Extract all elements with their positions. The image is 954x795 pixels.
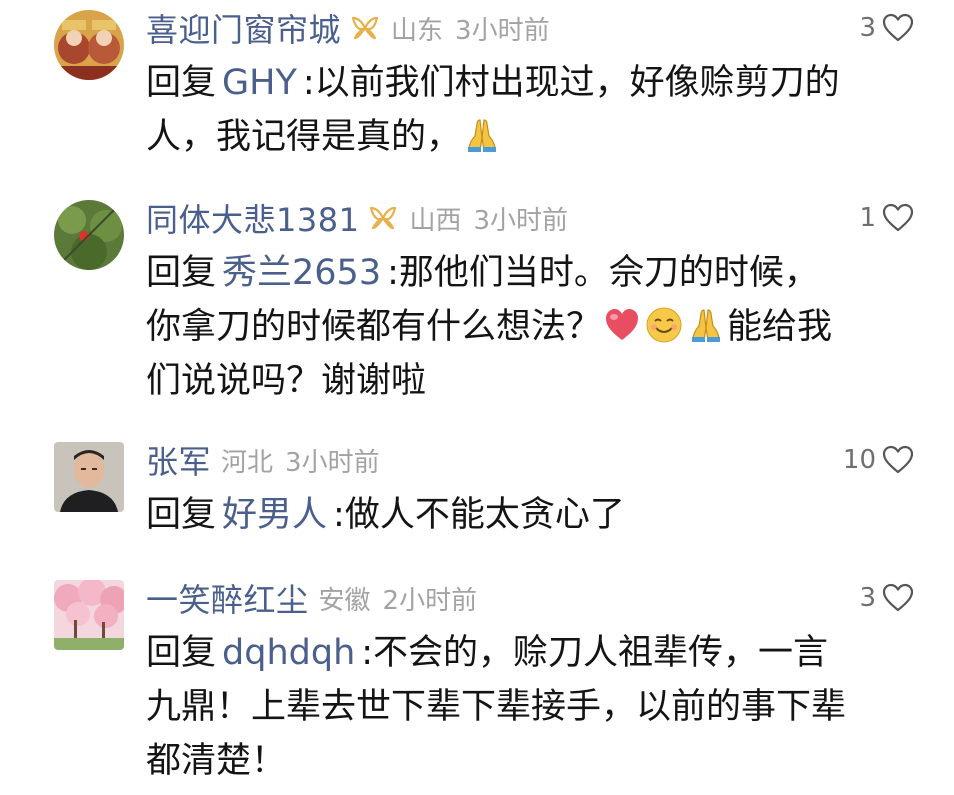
like-button[interactable]: 1: [859, 196, 914, 240]
avatar[interactable]: [54, 580, 124, 650]
avatar-image: [54, 10, 124, 80]
reply-prefix: 回复: [146, 253, 217, 293]
reply-target-user[interactable]: 秀兰2653: [222, 253, 381, 293]
comment-line: 人，我记得是真的，: [146, 110, 916, 164]
comment-line: 都清楚！: [146, 734, 916, 788]
folded-hands-emoji: [687, 306, 725, 344]
comment-text-line: :不会的，赊刀人祖辈传，一言: [361, 633, 829, 673]
region-label: 山西: [409, 205, 462, 236]
comment-text-line: 们说说吗？谢谢啦: [146, 361, 427, 401]
comment-line: 回复 秀兰2653:那他们当时。佘刀的时候，: [146, 246, 916, 300]
avatar-image: [54, 442, 124, 512]
comment-item: 同体大悲1381 山西 3小时前 1 回复 秀兰2653:那他们当时。佘刀的时候，…: [0, 190, 954, 430]
heart-outline-icon: [882, 583, 914, 613]
username[interactable]: 一笑醉红尘: [146, 575, 309, 621]
comment-item: 张军 河北 3小时前 10 回复 好男人:做人不能太贪心了: [0, 436, 954, 566]
comment-line: 回复 dqhdqh:不会的，赊刀人祖辈传，一言: [146, 626, 916, 680]
avatar[interactable]: [54, 10, 124, 80]
heart-outline-icon: [882, 13, 914, 43]
comment-text-line: 人，我记得是真的，: [146, 117, 462, 157]
timestamp: 2小时前: [382, 585, 478, 616]
comment-meta: 张军 河北 3小时前: [146, 438, 380, 482]
region-label: 河北: [221, 447, 274, 478]
timestamp: 3小时前: [285, 447, 380, 478]
comment-text-line: 能给我: [727, 307, 833, 347]
heart-outline-icon: [882, 203, 914, 233]
comment-meta: 同体大悲1381 山西 3小时前: [146, 196, 568, 240]
smiling-face-emoji: [645, 306, 683, 344]
reply-target-user[interactable]: dqhdqh: [222, 633, 355, 673]
heart-outline-icon: [882, 445, 914, 475]
red-heart-emoji: [603, 306, 641, 344]
comment-text: 回复 GHY:以前我们村出现过，好像赊剪刀的 人，我记得是真的，: [146, 56, 916, 164]
comment-text-line: :做人不能太贪心了: [333, 495, 625, 535]
comment-line: 回复 GHY:以前我们村出现过，好像赊剪刀的: [146, 56, 916, 110]
comment-text-line: 九鼎！上辈去世下辈下辈接手，以前的事下辈: [146, 687, 847, 727]
comment-line: 们说说吗？谢谢啦: [146, 354, 916, 408]
comment-line: 回复 好男人:做人不能太贪心了: [146, 488, 916, 542]
folded-hands-emoji: [463, 116, 501, 154]
comment-text: 回复 dqhdqh:不会的，赊刀人祖辈传，一言 九鼎！上辈去世下辈下辈接手，以前的…: [146, 626, 916, 788]
comment-item: 喜迎门窗帘城 山东 3小时前 3 回复 GHY:以前我们村出现过，好像赊剪刀的 人…: [0, 0, 954, 180]
like-button[interactable]: 3: [859, 576, 914, 620]
comment-meta: 一笑醉红尘 安徽 2小时前: [146, 576, 477, 620]
avatar-image: [54, 200, 124, 270]
like-count: 3: [859, 13, 876, 43]
region-label: 山东: [391, 15, 444, 46]
comment-meta: 喜迎门窗帘城 山东 3小时前: [146, 6, 550, 50]
comment-line: 九鼎！上辈去世下辈下辈接手，以前的事下辈: [146, 680, 916, 734]
like-count: 10: [842, 445, 876, 475]
username[interactable]: 张军: [146, 437, 211, 483]
vip-badge-icon: [349, 12, 381, 44]
comment-line: 你拿刀的时候都有什么想法？ 能给我: [146, 300, 916, 354]
timestamp: 3小时前: [455, 15, 550, 46]
like-button[interactable]: 3: [859, 6, 914, 50]
username[interactable]: 同体大悲1381: [146, 195, 359, 241]
comment-text-line: :那他们当时。佘刀的时候，: [387, 253, 819, 293]
comment-text-line: 你拿刀的时候都有什么想法？: [146, 307, 602, 347]
comment-text: 回复 秀兰2653:那他们当时。佘刀的时候， 你拿刀的时候都有什么想法？ 能给我 …: [146, 246, 916, 408]
timestamp: 3小时前: [473, 205, 569, 236]
avatar[interactable]: [54, 200, 124, 270]
avatar-image: [54, 580, 124, 650]
like-button[interactable]: 10: [843, 438, 914, 482]
comment-text-line: 都清楚！: [146, 741, 287, 781]
reply-target-user[interactable]: GHY: [222, 63, 297, 103]
reply-prefix: 回复: [146, 633, 217, 673]
reply-target-user[interactable]: 好男人: [222, 495, 327, 535]
comment-text-line: :以前我们村出现过，好像赊剪刀的: [302, 63, 840, 103]
vip-badge-icon: [367, 202, 399, 234]
reply-prefix: 回复: [146, 495, 217, 535]
region-label: 安徽: [318, 585, 371, 616]
avatar[interactable]: [54, 442, 124, 512]
like-count: 1: [859, 203, 876, 233]
comment-text: 回复 好男人:做人不能太贪心了: [146, 488, 916, 542]
like-count: 3: [859, 583, 876, 613]
username[interactable]: 喜迎门窗帘城: [146, 5, 341, 51]
reply-prefix: 回复: [146, 63, 217, 103]
comment-item: 一笑醉红尘 安徽 2小时前 3 回复 dqhdqh:不会的，赊刀人祖辈传，一言 九…: [0, 574, 954, 795]
